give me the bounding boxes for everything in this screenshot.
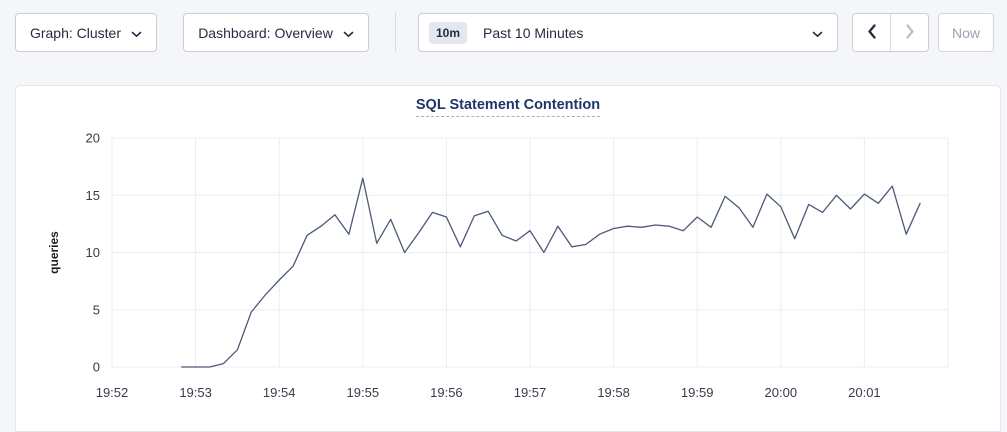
x-tick-label: 19:53: [179, 385, 212, 400]
x-tick-label: 20:01: [848, 385, 881, 400]
graph-dropdown[interactable]: Graph: Cluster: [15, 13, 157, 52]
dashboard-dropdown-label: Dashboard: Overview: [198, 25, 333, 41]
time-forward-button[interactable]: [890, 14, 928, 51]
chevron-down-icon: [812, 25, 823, 41]
chevron-down-icon: [343, 25, 354, 41]
x-tick-label: 19:57: [514, 385, 547, 400]
x-tick-label: 19:58: [597, 385, 630, 400]
now-button[interactable]: Now: [938, 13, 994, 52]
db-console-metrics-page: { "controls": { "graph": { "label": "Gra…: [0, 0, 1007, 432]
x-tick-label: 19:52: [96, 385, 129, 400]
y-tick-label: 5: [93, 302, 100, 317]
divider: [395, 12, 396, 52]
y-tick-label: 10: [86, 245, 100, 260]
x-tick-label: 19:54: [263, 385, 296, 400]
x-tick-label: 19:56: [430, 385, 463, 400]
series-line: [182, 178, 920, 367]
chart-title-row: SQL Statement Contention: [16, 96, 1000, 117]
x-tick-label: 20:00: [765, 385, 798, 400]
time-range-label: Past 10 Minutes: [483, 25, 583, 41]
y-tick-label: 15: [86, 188, 100, 203]
time-range-badge: 10m: [429, 22, 467, 44]
controls-bar: Graph: Cluster Dashboard: Overview 10m P…: [0, 0, 1007, 66]
y-tick-label: 0: [93, 360, 100, 375]
chart-title[interactable]: SQL Statement Contention: [416, 97, 600, 117]
y-tick-label: 20: [86, 131, 100, 146]
y-axis-label: queries: [47, 231, 61, 274]
x-tick-label: 19:59: [681, 385, 714, 400]
dashboard-dropdown[interactable]: Dashboard: Overview: [183, 13, 369, 52]
sql-contention-line-chart[interactable]: 0 5 10 15 20 19:52 19:53 19:54 19:55 19:56 19:57 19…: [16, 118, 1000, 418]
chevron-left-icon: [867, 24, 877, 42]
x-tick-label: 19:55: [347, 385, 380, 400]
graph-dropdown-label: Graph: Cluster: [30, 25, 121, 41]
time-range-dropdown[interactable]: 10m Past 10 Minutes: [418, 13, 838, 52]
chevron-right-icon: [905, 24, 915, 42]
time-back-button[interactable]: [853, 14, 890, 51]
chevron-down-icon: [131, 25, 142, 41]
chart-panel: SQL Statement Contention 0 5 10 15 20 19:52 19…: [15, 85, 1001, 432]
time-shift-button-group: [852, 13, 929, 52]
